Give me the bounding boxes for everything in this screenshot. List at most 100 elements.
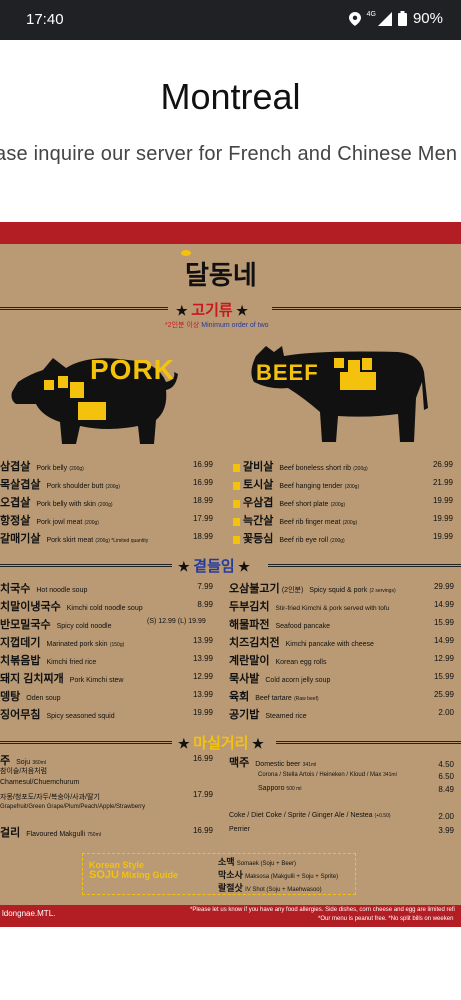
menu-price: 19.99 xyxy=(192,708,213,717)
network-type: 4G xyxy=(366,11,376,18)
menu-price: 6.50 xyxy=(438,772,454,781)
beef-label: BEEF xyxy=(256,360,319,385)
divider xyxy=(272,307,461,310)
menu-item: 삼겹살 Pork belly (200g) xyxy=(0,461,84,473)
menu-price: 21.99 xyxy=(432,478,453,487)
menu-item: Coke / Diet Coke / Sprite / Ginger Ale /… xyxy=(229,812,391,819)
menu-item: 치국수 Hot noodle soup xyxy=(0,583,88,595)
menu-price: 17.99 xyxy=(192,514,213,523)
menu-price: 25.99 xyxy=(433,690,454,699)
menu-item: Perrier xyxy=(229,826,251,833)
menu-item: 오삼불고기 (2인분) Spicy squid & pork (2 serving… xyxy=(229,583,396,595)
menu-price: 15.99 xyxy=(433,672,454,681)
menu-price: 13.99 xyxy=(192,636,213,645)
soju-mix-item: 랄절삿 IV Shot (Soju + Maehwasoo) xyxy=(218,883,322,893)
menu-price: 14.99 xyxy=(433,600,454,609)
menu-item: 토시살 Beef hanging tender (200g) xyxy=(233,476,359,492)
battery-level: 90% xyxy=(412,10,443,27)
menu-price: 2.00 xyxy=(438,812,454,821)
menu-item: Grapefruit/Green Grape/Plum/Peach/Apple/… xyxy=(0,804,146,810)
menu-price: 19.99 xyxy=(432,496,453,505)
status-bar: 17:40 4G 90% xyxy=(0,0,461,40)
menu-item: 늑간살 Beef rib finger meat (200g) xyxy=(233,512,357,528)
restaurant-logo: 달동네 xyxy=(185,260,257,290)
section-title-meat: ★ 고기류 ★ xyxy=(176,302,248,319)
menu-item: 오겹살 Pork belly with skin (200g) xyxy=(0,497,113,509)
minimum-order-note: *2인분 이상 Minimum order of two xyxy=(165,322,269,329)
menu-item: Corona / Stella Artois / Heineken / Klou… xyxy=(258,772,397,778)
cow-illustration xyxy=(251,346,428,442)
status-time: 17:40 xyxy=(26,11,64,28)
menu-price: 16.99 xyxy=(192,826,213,835)
menu-price: 7.99 xyxy=(197,582,213,591)
menu-item: 공기밥 Steamed rice xyxy=(229,709,307,721)
beef-cut-icon xyxy=(233,463,240,472)
menu-item: 반모밀국수 Spicy cold noodle xyxy=(0,619,112,631)
page-subtitle: ase inquire our server for French and Ch… xyxy=(0,143,458,165)
menu-item: 치말이냉국수 Kimchi cold noodle soup xyxy=(0,601,143,613)
beef-cut-icon xyxy=(233,517,240,526)
menu-price: 13.99 xyxy=(192,654,213,663)
beef-cut-icon xyxy=(233,535,240,544)
menu-price: 16.99 xyxy=(192,754,213,763)
menu-price: 4.50 xyxy=(438,760,454,769)
menu-price: 8.49 xyxy=(438,785,454,794)
menu-item: 걸리 Flavoured Makgulli 750ml xyxy=(0,827,101,839)
menu-price: 2.00 xyxy=(438,708,454,717)
menu-item: 징어무침 Spicy seasoned squid xyxy=(0,709,115,721)
menu-price: 14.99 xyxy=(433,636,454,645)
location-icon xyxy=(348,11,361,26)
menu-item: 해물파전 Seafood pancake xyxy=(229,619,330,631)
menu-price: 13.99 xyxy=(192,690,213,699)
menu-price: 29.99 xyxy=(433,582,454,591)
menu-price: 12.99 xyxy=(433,654,454,663)
divider xyxy=(268,564,461,567)
menu-item: 육회 Beef tartare (Raw beef) xyxy=(229,691,319,703)
menu-price: 18.99 xyxy=(192,496,213,505)
menu-item: 꽃등심 Beef rib eye roll (200g) xyxy=(233,530,345,546)
allergy-note: *Please let us know if you have any food… xyxy=(190,907,455,913)
menu-price: (S) 12.99 (L) 19.99 xyxy=(147,618,206,625)
menu-item: 치즈김치전 Kimchi pancake with cheese xyxy=(229,637,374,649)
soju-mix-item: 막소사 Maksosa (Makgulli + Soju + Sprite) xyxy=(218,870,339,880)
menu-item: 맥주 Domestic beer 341ml xyxy=(229,757,317,769)
menu-price: 19.99 xyxy=(432,514,453,523)
section-title-drinks: ★ 마실거리 ★ xyxy=(178,735,264,752)
battery-icon xyxy=(397,11,407,26)
menu-item: 치볶음밥 Kimchi fried rice xyxy=(0,655,97,667)
menu-item: 참이슬/처음처럼 xyxy=(0,768,48,775)
menu-top-band xyxy=(0,222,461,244)
menu-item: 항정살 Pork jowl meat (200g) xyxy=(0,515,99,527)
menu-price: 16.99 xyxy=(192,460,213,469)
divider xyxy=(0,307,168,310)
menu-item: 뎅탕 Oden soup xyxy=(0,691,61,703)
menu-footer: ldongnae.MTL. *Please let us know if you… xyxy=(0,905,461,927)
menu-price: 3.99 xyxy=(438,826,454,835)
menu-item: 묵사발 Cold acorn jelly soup xyxy=(229,673,331,685)
divider xyxy=(276,741,461,744)
signal-icon xyxy=(377,11,392,26)
menu-item: 갈매기살 Pork skirt meat (200g) *Limited quan… xyxy=(0,533,149,545)
menu-price: 12.99 xyxy=(192,672,213,681)
soju-guide-title: Korean Style SOJU Mixing Guide xyxy=(89,860,178,881)
menu-price: 8.99 xyxy=(197,600,213,609)
beef-cut-icon xyxy=(233,499,240,508)
menu-item: 계란말이 Korean egg rolls xyxy=(229,655,327,667)
page-title: Montreal xyxy=(160,76,301,117)
menu-item: 자몽/청포도/자두/복숭아/사과/딸기 xyxy=(0,794,100,801)
menu-image[interactable]: 달동네 ★ 고기류 ★ *2인분 이상 Minimum order of two… xyxy=(0,222,461,927)
policy-note: *Our menu is peanut free. *No split bill… xyxy=(318,916,454,922)
beef-cut-icon xyxy=(233,481,240,490)
menu-item: 갈비살 Beef boneless short rib (200g) xyxy=(233,458,368,474)
menu-price: 19.99 xyxy=(432,532,453,541)
divider xyxy=(0,741,172,744)
soju-mix-item: 소맥 Somaek (Soju + Beer) xyxy=(218,857,296,867)
menu-item: 지껍데기 Marinated pork skin (150g) xyxy=(0,637,125,649)
menu-price: 16.99 xyxy=(192,478,213,487)
menu-item: Sapporo 500 ml xyxy=(258,785,302,792)
divider xyxy=(0,564,172,567)
menu-price: 15.99 xyxy=(433,618,454,627)
section-title-sides: ★ 곁들임 ★ xyxy=(178,558,250,575)
menu-item: 우삼겹 Beef short plate (200g) xyxy=(233,494,345,510)
menu-item: Chamesul/Chuemchurum xyxy=(0,779,80,786)
